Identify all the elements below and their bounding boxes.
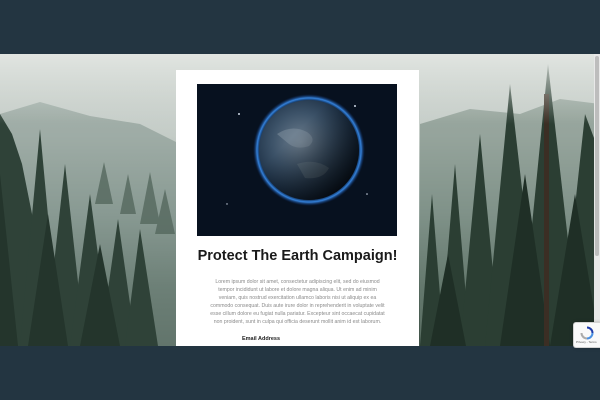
campaign-title: Protect The Earth Campaign! <box>197 248 398 264</box>
earth-hero-image <box>197 84 397 236</box>
recaptcha-badge[interactable]: Privacy - Terms <box>573 322 600 348</box>
email-label: Email Address <box>242 336 281 342</box>
bottom-frame-bar <box>0 346 600 400</box>
campaign-card: Protect The Earth Campaign! Lorem ipsum … <box>176 70 419 346</box>
top-frame-bar <box>0 0 600 54</box>
page-scrollbar-thumb[interactable] <box>595 56 599 256</box>
recaptcha-icon <box>580 326 594 340</box>
campaign-description: Lorem ipsum dolor sit amet, consectetur … <box>210 279 385 325</box>
recaptcha-footer-text[interactable]: Privacy - Terms <box>576 340 597 344</box>
earth-icon <box>197 84 397 236</box>
